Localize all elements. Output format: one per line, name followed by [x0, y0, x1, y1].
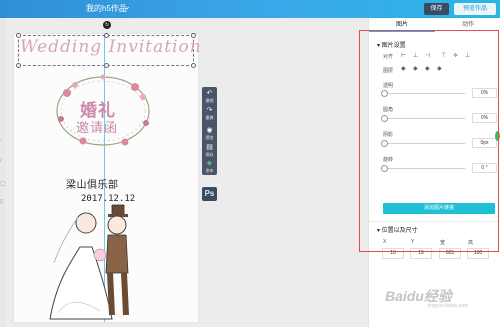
chinese-title-line2[interactable]: 邀请函: [76, 117, 118, 136]
preview-tool-button[interactable]: ◉ 预览: [202, 127, 217, 140]
photoshop-button[interactable]: Ps: [202, 187, 217, 201]
preview-button[interactable]: 预览作品: [454, 3, 496, 15]
resize-handle[interactable]: [104, 63, 109, 68]
floating-toolbar: ↶ 撤销 ↷ 重做 ◉ 预览 ▤ 保存 ◈ 发布: [202, 87, 217, 175]
save-icon: ▤: [206, 144, 213, 151]
redo-icon: ↷: [206, 107, 213, 114]
publish-label: 发布: [205, 168, 214, 173]
invitation-title[interactable]: Wedding Invitation: [20, 37, 201, 57]
venue-text[interactable]: 梁山俱乐部: [66, 176, 119, 191]
save-button[interactable]: 保存: [424, 3, 449, 15]
undo-button[interactable]: ↶ 撤销: [202, 90, 217, 103]
save-tool-button[interactable]: ▤ 保存: [202, 144, 217, 157]
save-tool-label: 保存: [205, 152, 214, 157]
rotate-handle-icon[interactable]: ↻: [103, 21, 111, 29]
copy-icon[interactable]: ▢: [0, 180, 6, 187]
eye-icon: ◉: [206, 127, 213, 134]
resize-handle[interactable]: [16, 63, 21, 68]
chevron-down-icon[interactable]: ⌄: [124, 2, 131, 11]
redo-label: 重做: [205, 115, 214, 120]
undo-icon: ↶: [206, 90, 213, 97]
highlight-outline: [359, 30, 499, 252]
work-title[interactable]: 我的h5作品: [86, 3, 127, 14]
undo-label: 撤销: [205, 98, 214, 103]
dot-icon[interactable]: ◦: [0, 138, 2, 144]
trash-icon[interactable]: ▯: [0, 198, 3, 205]
pen-icon[interactable]: /: [0, 158, 2, 164]
publish-icon: ◈: [206, 160, 213, 167]
redo-button[interactable]: ↷ 重做: [202, 107, 217, 120]
wedding-couple-illustration[interactable]: [40, 203, 150, 321]
preview-tool-label: 预览: [205, 135, 214, 140]
top-bar: 我的h5作品 ⌄ 保存 预览作品: [0, 0, 500, 18]
watermark-url: jingyan.baidu.com: [428, 303, 469, 309]
resize-handle[interactable]: [191, 63, 196, 68]
publish-button[interactable]: ◈ 发布: [202, 160, 217, 173]
